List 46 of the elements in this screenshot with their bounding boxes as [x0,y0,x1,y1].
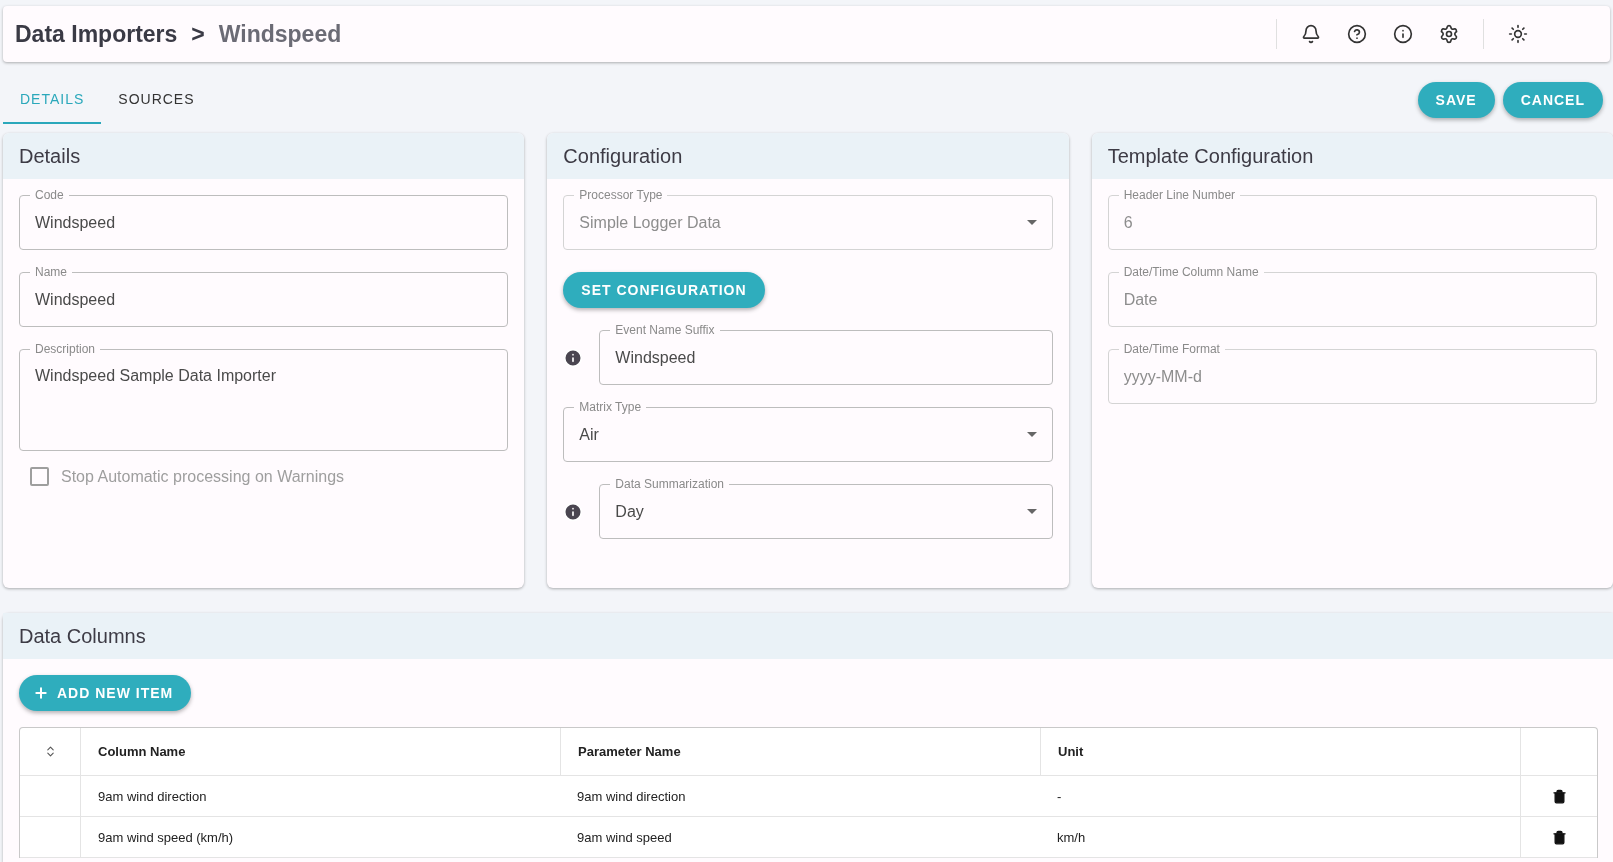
dropdown-caret-icon [1026,432,1037,437]
breadcrumb-current: Windspeed [218,20,342,48]
field-value: Windspeed Sample Data Importer [35,367,277,385]
table-cell-text: 9am wind speed [576,828,673,847]
field-label: Date/Time Column Name [1118,265,1264,279]
panel-title: Details [3,133,525,179]
field-label: Description [30,342,101,356]
tab[interactable]: SOURCES [101,76,212,124]
table-cell-text: 9am wind direction [576,787,687,806]
field-value: Day [615,502,645,521]
field-label: Processor Type [574,188,668,202]
field-value: yyyy-MM-d [1123,367,1203,386]
dropdown-caret-icon [1026,509,1037,514]
table-cell-text: km/h [1056,828,1087,847]
info-icon[interactable] [563,501,584,522]
panel-title: Data Columns [3,613,1613,659]
field-value: Windspeed [35,213,117,232]
field-label: Data Summarization [610,477,730,491]
breadcrumb-link[interactable]: Data Importers [15,20,178,48]
panel-title: Configuration [547,133,1069,179]
field-value: Date [1123,290,1159,309]
trash-icon[interactable] [1551,829,1567,845]
column-header[interactable]: Unit [1040,728,1520,775]
info-icon[interactable] [563,347,584,368]
field-label: Event Name Suffix [610,323,720,337]
column-header[interactable]: Parameter Name [560,728,1040,775]
field-label: Header Line Number [1118,188,1241,202]
field-value: Windspeed [35,290,117,309]
panel-title: Template Configuration [1091,133,1613,179]
table-cell-text: - [1056,787,1063,806]
field-label: Matrix Type [574,400,647,414]
field-value: Air [579,425,600,444]
trash-icon[interactable] [1551,788,1567,804]
checkbox-label: Stop Automatic processing on Warnings [61,467,345,486]
breadcrumb-separator: > [191,20,205,48]
field-value: Simple Logger Data [579,213,722,232]
field-value: 6 [1123,213,1134,232]
table-cell: 9am wind speed (km/h) [80,817,560,857]
column-header[interactable]: Column Name [80,728,560,775]
field-value: Windspeed [615,348,697,367]
field-label: Date/Time Format [1118,342,1225,356]
field-label: Name [30,265,72,279]
field-label: Code [30,188,69,202]
table-cell: 9am wind direction [80,776,560,816]
dropdown-caret-icon [1026,220,1037,225]
plus-icon [33,685,49,701]
